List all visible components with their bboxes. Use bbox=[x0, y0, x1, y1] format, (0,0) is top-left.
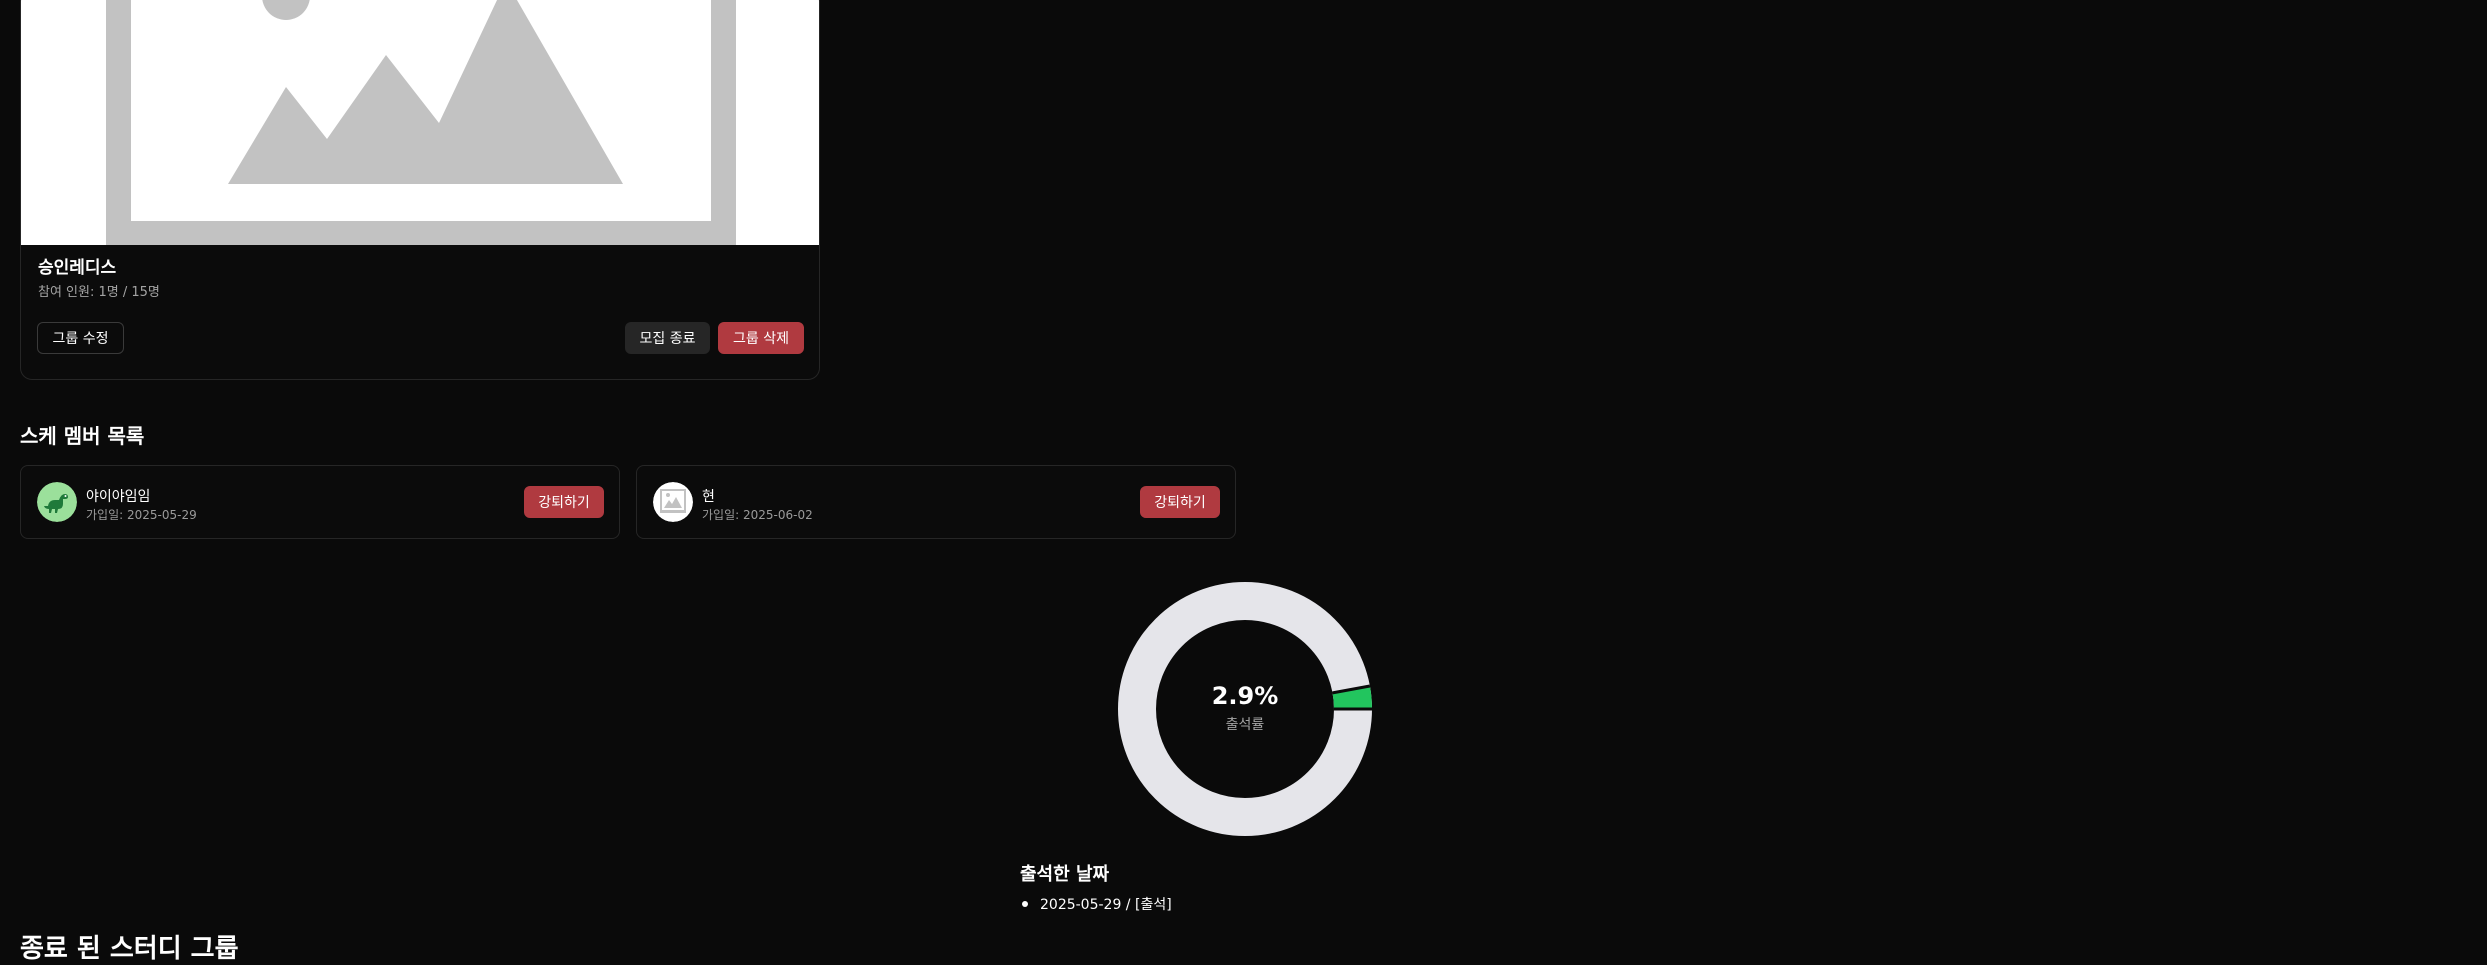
bullet-icon bbox=[1022, 901, 1028, 907]
group-member-count: 참여 인원: 1명 / 15명 bbox=[38, 285, 160, 300]
image-placeholder-avatar-icon bbox=[653, 482, 693, 522]
delete-group-button[interactable]: 그룹 삭제 bbox=[718, 322, 804, 354]
edit-group-button[interactable]: 그룹 수정 bbox=[37, 322, 124, 354]
attendance-dates-list: 2025-05-29 / [출석] bbox=[1020, 894, 1172, 914]
kick-member-button[interactable]: 강퇴하기 bbox=[524, 486, 604, 518]
ended-groups-title: 종료 된 스터디 그룹 bbox=[20, 934, 239, 964]
study-group-card: 승인레디스 참여 인원: 1명 / 15명 그룹 수정 모집 종료 그룹 삭제 bbox=[20, 0, 820, 380]
attendance-rate-value: 2.9% bbox=[1211, 682, 1279, 710]
kick-member-button[interactable]: 강퇴하기 bbox=[1140, 486, 1220, 518]
attendance-rate-label: 출석률 bbox=[1225, 717, 1265, 733]
member-card: 야이야임임 가입일: 2025-05-29 강퇴하기 bbox=[20, 465, 620, 539]
attendance-dates-title: 출석한 날짜 bbox=[1020, 864, 1110, 885]
member-join-date: 가입일: 2025-05-29 bbox=[86, 508, 197, 522]
members-section-title: 스케 멤버 목록 bbox=[20, 424, 145, 448]
attendance-date-item: 2025-05-29 / [출석] bbox=[1020, 894, 1172, 914]
group-name: 승인레디스 bbox=[38, 258, 117, 278]
member-name: 야이야임임 bbox=[86, 489, 151, 505]
image-placeholder-icon bbox=[21, 0, 819, 245]
attendance-date-text: 2025-05-29 / [출석] bbox=[1040, 897, 1172, 913]
member-join-date: 가입일: 2025-06-02 bbox=[702, 508, 813, 522]
group-image-placeholder bbox=[21, 0, 819, 245]
member-name: 현 bbox=[702, 489, 715, 505]
dinosaur-avatar-icon bbox=[37, 482, 77, 522]
close-recruitment-button[interactable]: 모집 종료 bbox=[625, 322, 710, 354]
member-card: 현 가입일: 2025-06-02 강퇴하기 bbox=[636, 465, 1236, 539]
